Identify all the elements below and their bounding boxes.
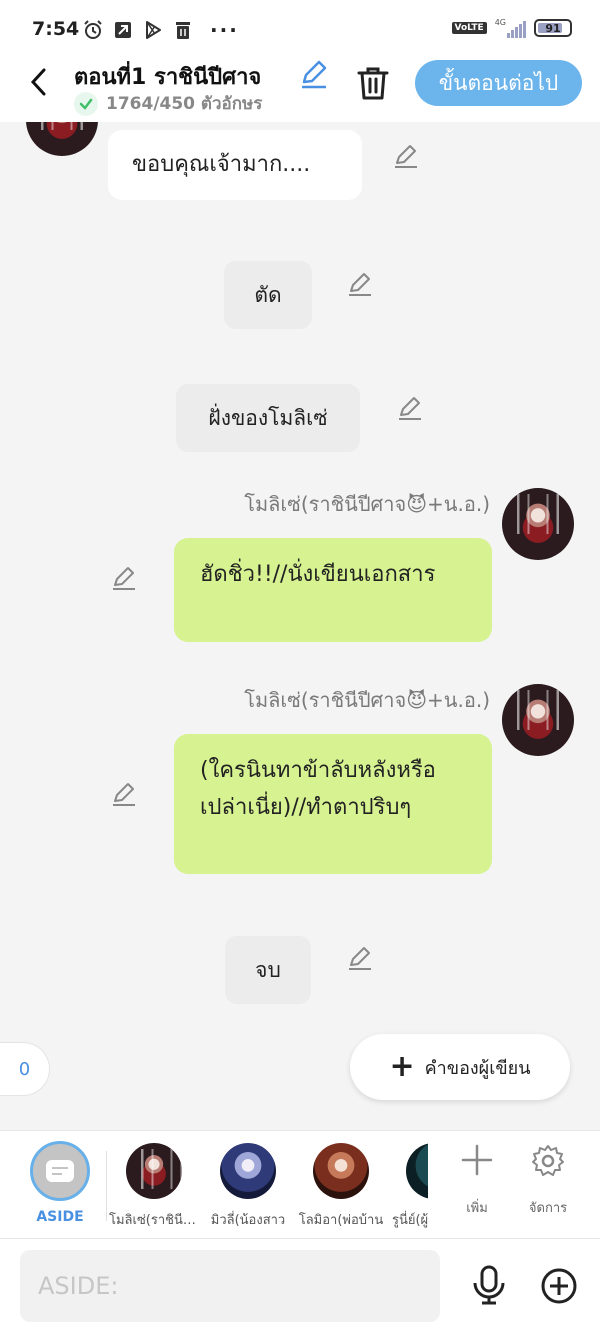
character-label: โลมิอา(พ่อบ้าน — [298, 1213, 384, 1228]
speaker-name: โมลิเซ่(ราชินีปีศาจ😈+น.อ.) — [244, 688, 490, 712]
comment-counter[interactable]: 0 — [0, 1042, 50, 1096]
back-button[interactable] — [22, 66, 54, 98]
microphone-icon — [473, 1265, 505, 1305]
character-avatar[interactable] — [126, 1143, 182, 1199]
add-character-button[interactable] — [449, 1143, 505, 1181]
app-icon — [112, 19, 134, 41]
character-avatar[interactable] — [406, 1143, 428, 1199]
plus-icon: + — [389, 1049, 415, 1084]
status-bar: 7:54 ··· VoLTE 4G 91 — [0, 0, 600, 56]
voice-input-button[interactable] — [470, 1265, 508, 1305]
composer — [0, 1238, 600, 1333]
add-attachment-button[interactable] — [540, 1267, 578, 1305]
next-step-button[interactable]: ขั้นตอนต่อไป — [415, 60, 582, 106]
pencil-icon — [349, 273, 371, 296]
character-label: โมลิเซ่(ราชินีปีศาจ — [109, 1213, 199, 1228]
edit-message-button[interactable] — [396, 394, 424, 422]
edit-title-button[interactable] — [298, 58, 330, 90]
manage-label: จัดการ — [528, 1201, 568, 1216]
divider — [106, 1151, 107, 1221]
battery-icon: 91 — [534, 19, 572, 37]
episode-title: ตอนที่1 ราชินีปีศาจ — [74, 65, 262, 90]
aside-label: ASIDE — [36, 1209, 84, 1225]
avatar — [502, 488, 574, 560]
check-icon — [74, 91, 98, 116]
trash-notification-icon — [172, 19, 194, 41]
dialogue-bubble[interactable]: ฮัดชิ่ว!!//นั่งเขียนเอกสาร — [174, 538, 492, 642]
character-label: รูนี่ย์(ผู้ — [392, 1213, 428, 1228]
signal-icon: 4G — [495, 18, 526, 38]
delete-button[interactable] — [356, 64, 390, 102]
edit-message-button[interactable] — [110, 564, 138, 592]
avatar — [26, 122, 98, 156]
character-count: 1764/450 ตัวอักษร — [74, 90, 262, 117]
aside-character-button[interactable] — [30, 1141, 90, 1201]
volte-badge: VoLTE — [451, 22, 487, 34]
chat-area[interactable]: ขอบคุณเจ้ามาก.... ตัด ฝั่งของโมลิเซ่ โมล… — [0, 122, 600, 1130]
more-notifications: ··· — [210, 18, 239, 42]
narration-bubble[interactable]: ฝั่งของโมลิเซ่ — [176, 384, 360, 452]
system-icons: VoLTE 4G 91 — [451, 18, 572, 38]
speaker-name: โมลิเซ่(ราชินีปีศาจ😈+น.อ.) — [244, 492, 490, 516]
plus-icon — [461, 1144, 493, 1176]
character-overflow: รูนี่ย์(ผู้ — [390, 1131, 428, 1239]
pencil-icon — [302, 60, 327, 89]
narration-icon — [46, 1160, 74, 1182]
add-label: เพิ่ม — [466, 1201, 488, 1216]
author-note-label: คำของผู้เขียน — [424, 1057, 531, 1079]
pencil-icon — [395, 145, 417, 168]
trash-icon — [357, 67, 389, 100]
plus-circle-icon — [541, 1268, 577, 1304]
pencil-icon — [399, 397, 421, 420]
character-label: มิวลี่(น้องสาว — [210, 1213, 286, 1228]
pencil-icon — [113, 567, 135, 590]
pencil-icon — [113, 783, 135, 806]
network-type: 4G — [494, 18, 506, 27]
status-time: 7:54 — [32, 18, 80, 40]
edit-message-button[interactable] — [110, 780, 138, 808]
alarm-icon — [82, 19, 104, 41]
narration-bubble[interactable]: จบ — [225, 936, 311, 1004]
avatar — [502, 684, 574, 756]
message-input[interactable] — [20, 1250, 440, 1322]
battery-level: 91 — [545, 21, 561, 35]
gear-icon — [532, 1145, 564, 1176]
manage-characters-button[interactable] — [520, 1143, 576, 1183]
edit-message-button[interactable] — [346, 270, 374, 298]
edit-message-button[interactable] — [346, 944, 374, 972]
character-count-text: 1764/450 ตัวอักษร — [106, 94, 263, 114]
character-avatar[interactable] — [220, 1143, 276, 1199]
edit-message-button[interactable] — [392, 142, 420, 170]
narration-bubble[interactable]: ขอบคุณเจ้ามาก.... — [108, 130, 362, 200]
notification-icons: ··· — [82, 18, 239, 42]
character-selector: ASIDE โมลิเซ่(ราชินีปีศาจ มิวลี่(น้องสาว… — [0, 1130, 600, 1238]
chevron-left-icon — [30, 68, 46, 96]
pencil-icon — [349, 947, 371, 970]
author-note-button[interactable]: + คำของผู้เขียน — [350, 1034, 570, 1100]
play-store-icon — [142, 19, 164, 41]
character-avatar[interactable] — [313, 1143, 369, 1199]
dialogue-bubble[interactable]: (ใครนินทาข้าลับหลังหรือเปล่าเนี่ย)//ทำตา… — [174, 734, 492, 874]
narration-bubble[interactable]: ตัด — [224, 261, 312, 329]
editor-header: ตอนที่1 ราชินีปีศาจ 1764/450 ตัวอักษร ขั… — [0, 56, 600, 122]
